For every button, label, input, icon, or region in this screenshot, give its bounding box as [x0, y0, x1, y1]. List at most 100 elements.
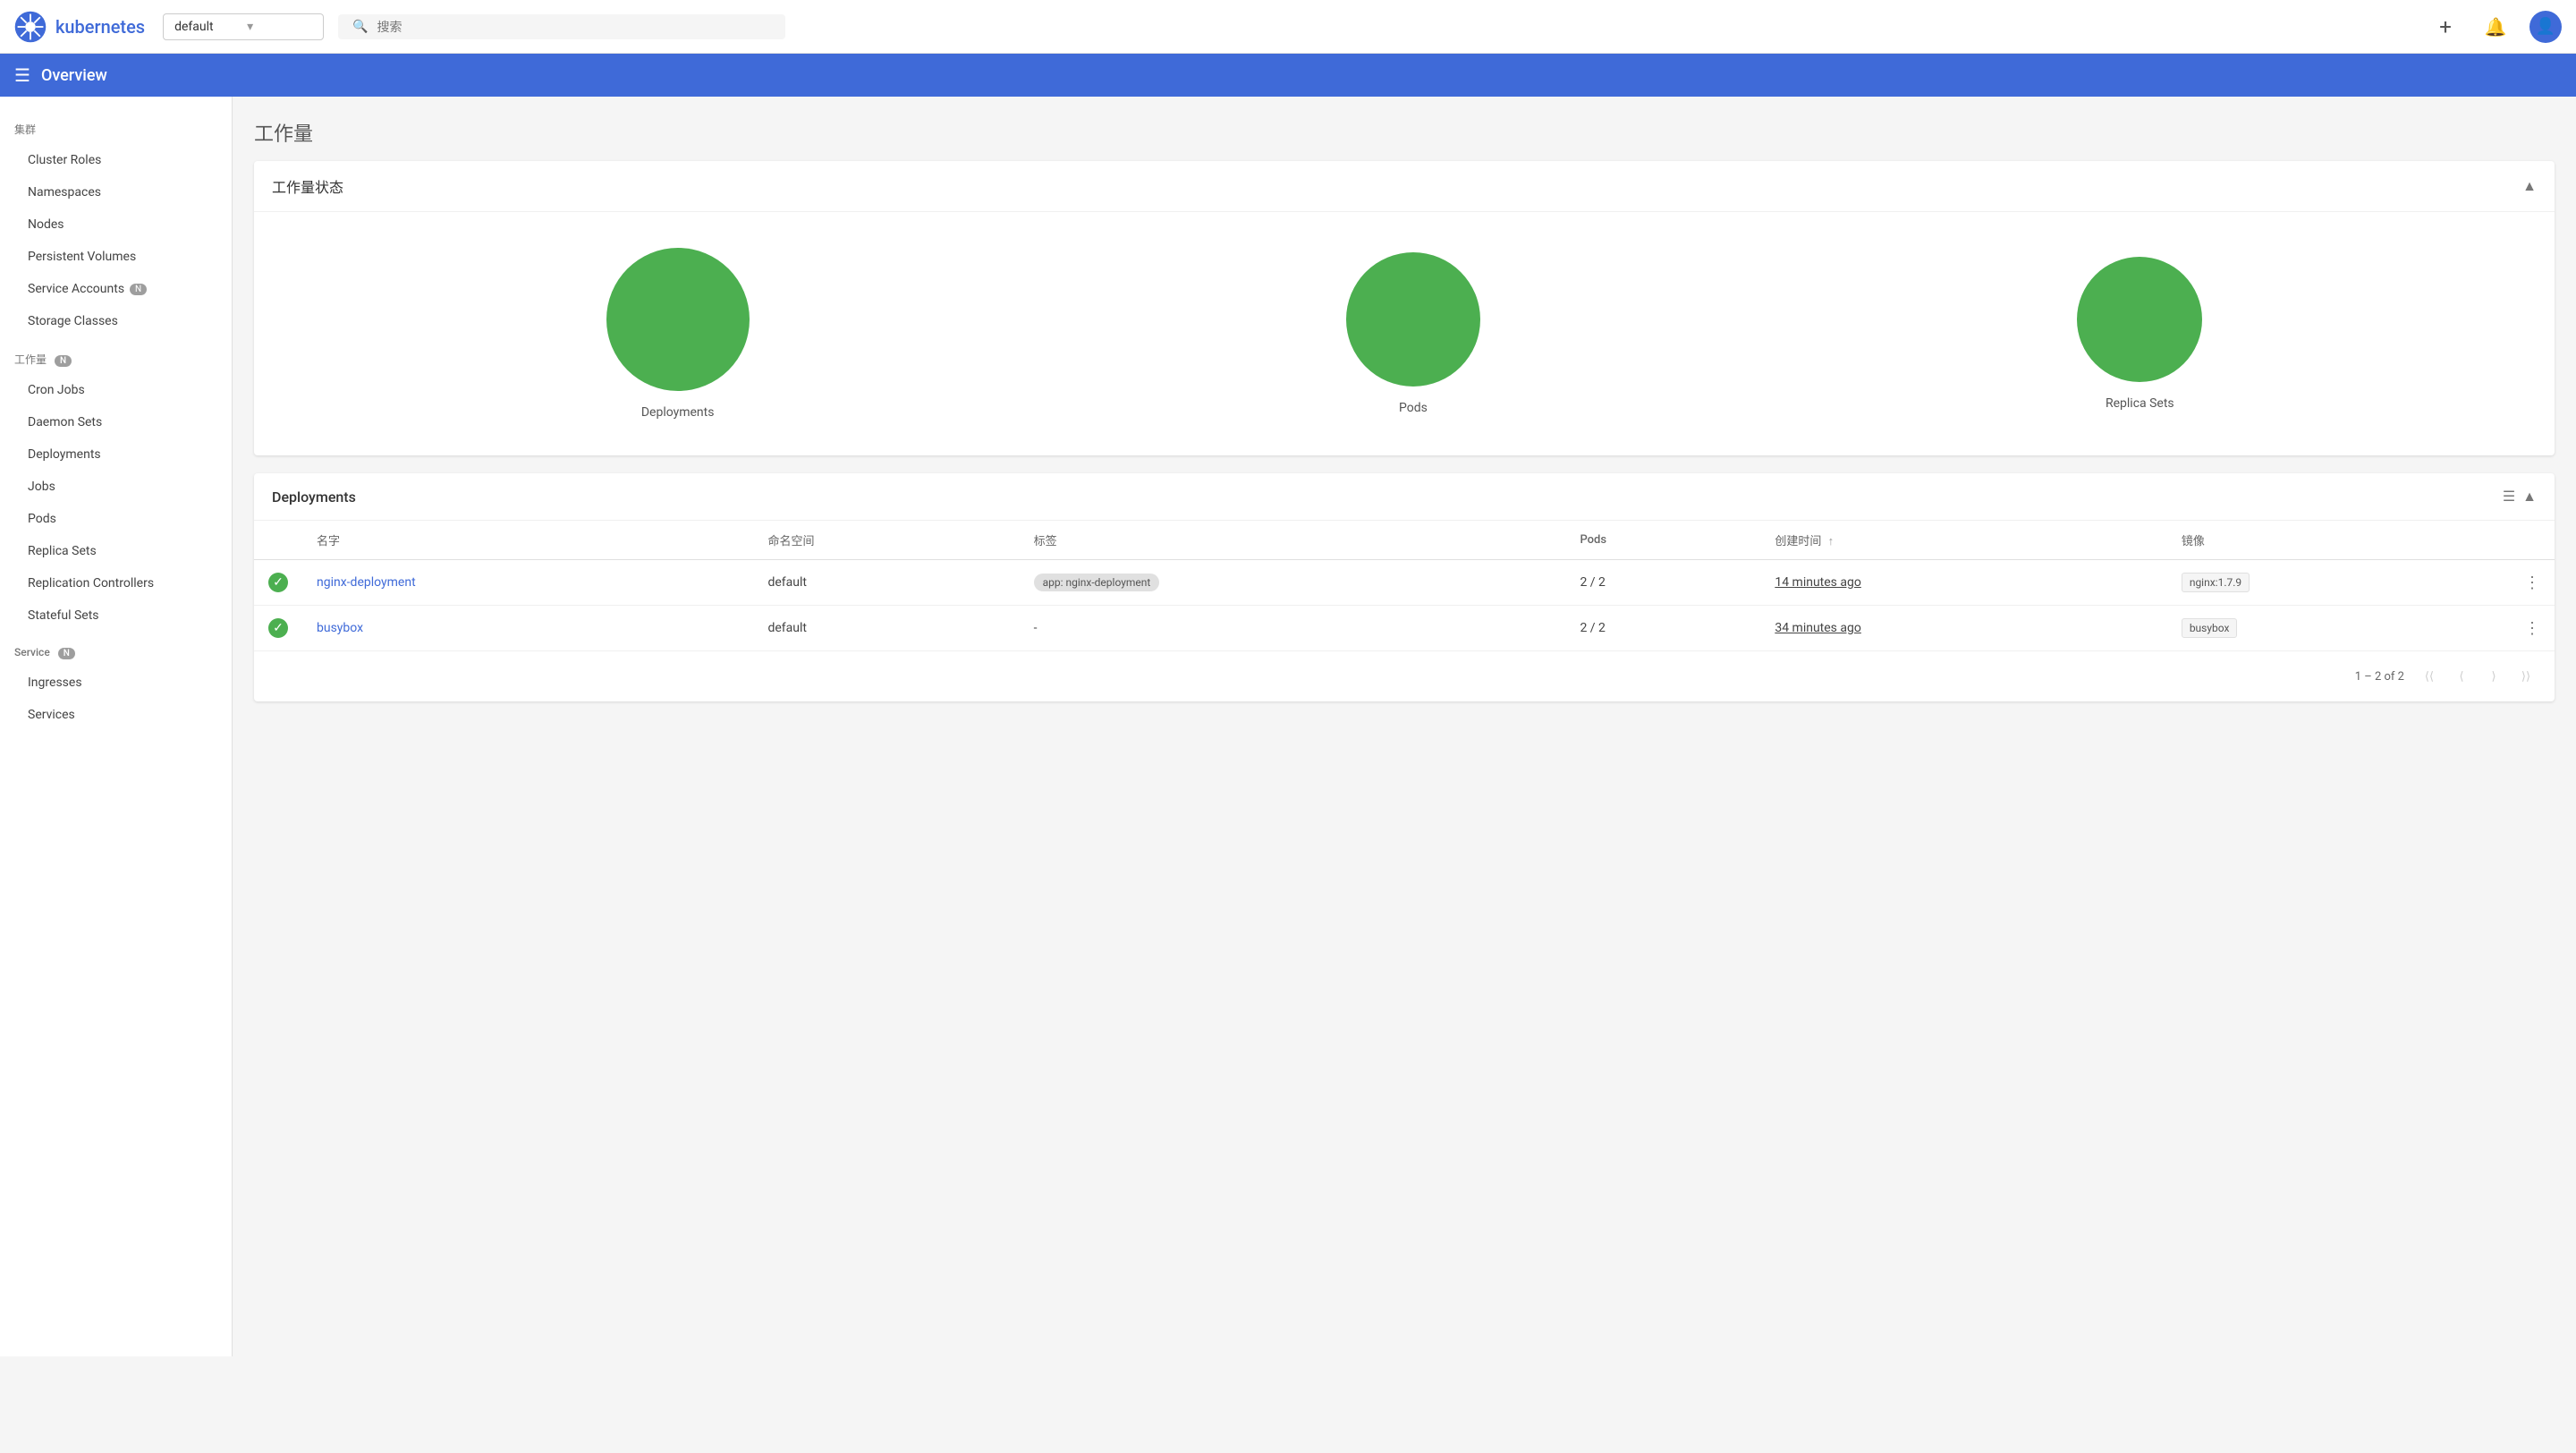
section-title: Overview: [41, 66, 107, 85]
topbar-right: + 🔔 👤: [2429, 11, 2562, 43]
col-status: [254, 521, 302, 560]
sidebar-item-persistent-volumes[interactable]: Persistent Volumes: [0, 241, 232, 273]
user-avatar[interactable]: 👤: [2529, 11, 2562, 43]
row-pods-2: 2 / 2: [1565, 606, 1760, 651]
col-labels: 标签: [1020, 521, 1566, 560]
hamburger-menu-icon[interactable]: ☰: [14, 64, 30, 86]
namespace-selector[interactable]: default ▾: [163, 13, 324, 40]
workload-badge: N: [55, 355, 72, 367]
col-namespace: 命名空间: [753, 521, 1019, 560]
pagination: 1 – 2 of 2 ⟨⟨ ⟨ ⟩ ⟩⟩: [254, 650, 2555, 701]
sidebar-item-daemon-sets[interactable]: Daemon Sets: [0, 406, 232, 438]
created-link-1: 14 minutes ago: [1775, 575, 1861, 590]
status-check-icon-2: ✓: [268, 618, 288, 638]
sidebar-item-cron-jobs[interactable]: Cron Jobs: [0, 374, 232, 406]
row-labels-2: -: [1020, 606, 1566, 651]
service-accounts-badge: N: [130, 284, 147, 295]
kubernetes-logo-icon: [14, 11, 47, 43]
deployments-card: Deployments ☰ ▲ 名字 命名空间: [254, 473, 2555, 701]
namespace-value: default: [174, 20, 240, 34]
sidebar-item-stateful-sets[interactable]: Stateful Sets: [0, 599, 232, 632]
notifications-icon[interactable]: 🔔: [2479, 11, 2512, 43]
more-options-icon-1[interactable]: ⋮: [2524, 574, 2540, 592]
status-circles-container: Deployments Pods Replica Sets: [254, 212, 2555, 455]
sidebar-item-service-accounts[interactable]: Service Accounts N: [0, 273, 232, 305]
pagination-prev-btn[interactable]: ⟨: [2447, 662, 2476, 691]
deployments-table: 名字 命名空间 标签 Pods: [254, 521, 2555, 650]
created-link-2: 34 minutes ago: [1775, 621, 1861, 635]
table-row: ✓ nginx-deployment default app: nginx-de…: [254, 560, 2555, 606]
sidebar-item-replication-controllers[interactable]: Replication Controllers: [0, 567, 232, 599]
workload-status-actions: ▲: [2522, 177, 2537, 195]
workload-status-title: 工作量状态: [272, 175, 343, 197]
more-options-icon-2[interactable]: ⋮: [2524, 619, 2540, 638]
sort-icon: ↑: [1828, 535, 1835, 548]
sidebar-item-storage-classes[interactable]: Storage Classes: [0, 305, 232, 337]
row-pods-1: 2 / 2: [1565, 560, 1760, 606]
sidebar: 集群 Cluster Roles Namespaces Nodes Persis…: [0, 97, 233, 1356]
row-status-2: ✓: [254, 606, 302, 651]
col-actions: [2510, 521, 2555, 560]
sidebar-item-deployments[interactable]: Deployments: [0, 438, 232, 471]
deployments-card-actions: ☰ ▲: [2503, 488, 2537, 506]
pods-status-item: Pods: [1346, 252, 1480, 415]
row-created-2: 34 minutes ago: [1760, 606, 2166, 651]
workload-status-header: 工作量状态 ▲: [254, 161, 2555, 212]
pagination-info: 1 – 2 of 2: [2355, 670, 2404, 684]
image-chip-1: nginx:1.7.9: [2182, 573, 2250, 592]
workload-section-label: 工作量 N: [0, 344, 232, 374]
topbar: kubernetes default ▾ 🔍 + 🔔 👤: [0, 0, 2576, 54]
deployments-card-title: Deployments: [272, 489, 356, 506]
sidebar-item-ingresses[interactable]: Ingresses: [0, 667, 232, 699]
layout: 集群 Cluster Roles Namespaces Nodes Persis…: [0, 97, 2576, 1356]
add-button[interactable]: +: [2429, 11, 2462, 43]
deployment-link-2[interactable]: busybox: [317, 621, 363, 635]
app-name: kubernetes: [55, 16, 145, 38]
deployments-circle: [606, 248, 750, 391]
collapse-icon[interactable]: ▲: [2522, 177, 2537, 195]
deployment-link-1[interactable]: nginx-deployment: [317, 575, 416, 590]
sidebar-item-cluster-roles[interactable]: Cluster Roles: [0, 144, 232, 176]
replica-sets-status-item: Replica Sets: [2077, 257, 2202, 411]
replica-sets-circle: [2077, 257, 2202, 382]
sidebar-item-replica-sets[interactable]: Replica Sets: [0, 535, 232, 567]
sidebar-item-namespaces[interactable]: Namespaces: [0, 176, 232, 208]
section-bar: ☰ Overview: [0, 54, 2576, 97]
row-image-1: nginx:1.7.9: [2167, 560, 2510, 606]
search-icon: 🔍: [352, 20, 368, 34]
chevron-down-icon: ▾: [247, 20, 312, 34]
sidebar-item-nodes[interactable]: Nodes: [0, 208, 232, 241]
pods-circle: [1346, 252, 1480, 387]
pagination-first-btn[interactable]: ⟨⟨: [2415, 662, 2444, 691]
row-labels-1: app: nginx-deployment: [1020, 560, 1566, 606]
label-chip-2: -: [1034, 621, 1038, 635]
filter-icon[interactable]: ☰: [2503, 488, 2515, 506]
cluster-section-label: 集群: [0, 115, 232, 144]
deployments-collapse-icon[interactable]: ▲: [2522, 488, 2537, 506]
search-input[interactable]: [377, 20, 772, 34]
row-namespace-2: default: [753, 606, 1019, 651]
sidebar-item-services[interactable]: Services: [0, 699, 232, 731]
row-more-1[interactable]: ⋮: [2510, 560, 2555, 606]
service-badge: N: [58, 648, 75, 659]
image-chip-2: busybox: [2182, 618, 2238, 638]
row-name-1: nginx-deployment: [302, 560, 753, 606]
col-created[interactable]: 创建时间 ↑: [1760, 521, 2166, 560]
pagination-last-btn[interactable]: ⟩⟩: [2512, 662, 2540, 691]
logo-area: kubernetes: [14, 11, 145, 43]
sidebar-item-jobs[interactable]: Jobs: [0, 471, 232, 503]
table-row: ✓ busybox default - 2 / 2 34 minut: [254, 606, 2555, 651]
workload-status-card: 工作量状态 ▲ Deployments Pods Replica Sets: [254, 161, 2555, 455]
sidebar-item-pods[interactable]: Pods: [0, 503, 232, 535]
col-pods: Pods: [1565, 521, 1760, 560]
row-image-2: busybox: [2167, 606, 2510, 651]
row-created-1: 14 minutes ago: [1760, 560, 2166, 606]
col-image: 镜像: [2167, 521, 2510, 560]
page-title: 工作量: [254, 118, 2555, 147]
row-status-1: ✓: [254, 560, 302, 606]
pagination-next-btn[interactable]: ⟩: [2479, 662, 2508, 691]
row-name-2: busybox: [302, 606, 753, 651]
status-check-icon-1: ✓: [268, 573, 288, 592]
main-content: 工作量 工作量状态 ▲ Deployments Pods: [233, 97, 2576, 1356]
row-more-2[interactable]: ⋮: [2510, 606, 2555, 651]
